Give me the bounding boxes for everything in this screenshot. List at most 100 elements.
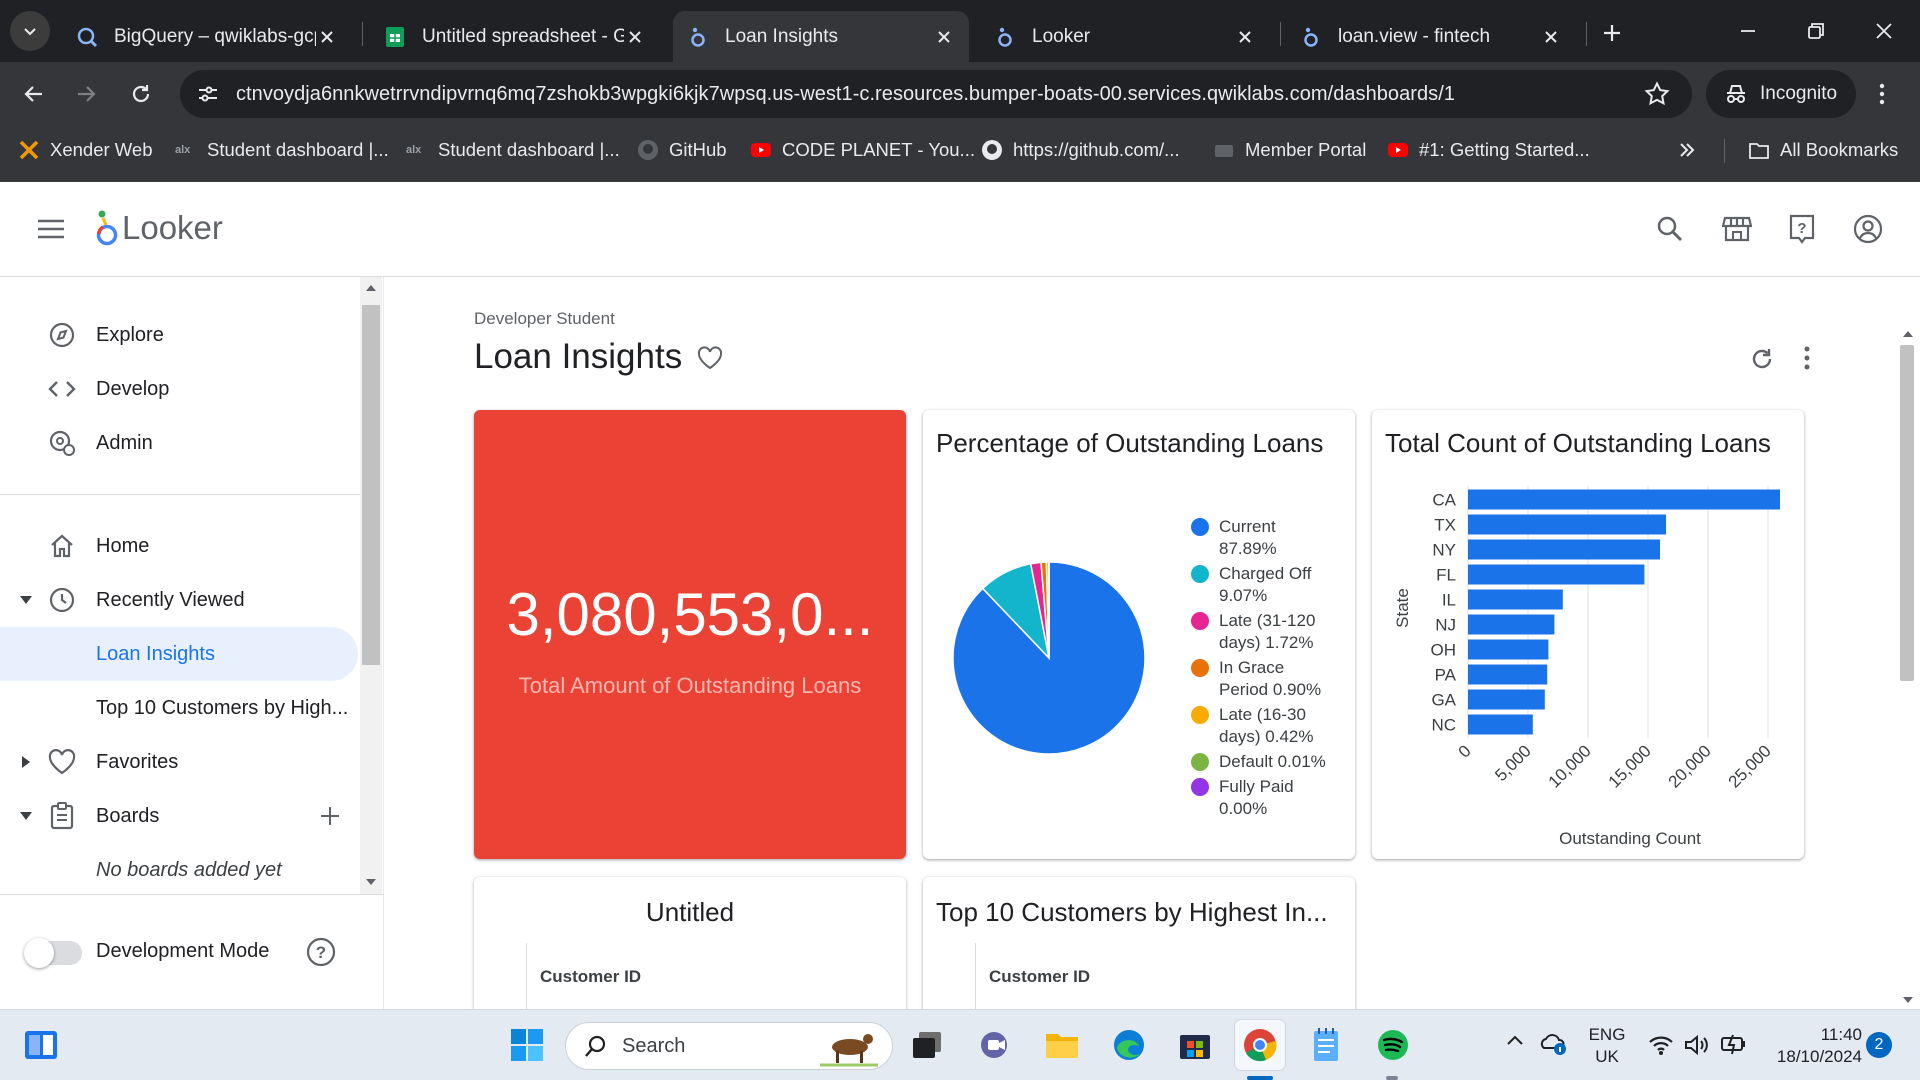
- bookmark-xender[interactable]: Xender Web: [18, 125, 153, 175]
- incognito-badge[interactable]: Incognito: [1706, 70, 1856, 118]
- kpi-tile[interactable]: 3,080,553,0... Total Amount of Outstandi…: [474, 410, 906, 859]
- legend-item[interactable]: Fully Paid 0.00%: [1191, 776, 1294, 820]
- dashboard-scrollbar[interactable]: [1896, 329, 1918, 1009]
- bookmark-star-icon[interactable]: [1644, 81, 1670, 107]
- nav-explore[interactable]: Explore: [0, 308, 358, 362]
- nav-recent-top10[interactable]: Top 10 Customers by High...: [0, 681, 358, 735]
- teams-button[interactable]: [971, 1020, 1021, 1070]
- legend-item[interactable]: Current 87.89%: [1191, 516, 1277, 560]
- spotify-button[interactable]: [1368, 1020, 1418, 1070]
- bar-chart-tile[interactable]: Total Count of Outstanding Loans CA TX NY F…: [1372, 410, 1804, 859]
- close-tab-icon[interactable]: [1234, 26, 1256, 48]
- legend-item[interactable]: Default 0.01%: [1191, 751, 1326, 773]
- legend-item[interactable]: Late (31-120 days) 1.72%: [1191, 610, 1315, 654]
- close-tab-icon[interactable]: [624, 26, 646, 48]
- scroll-down-arrow-icon[interactable]: [1902, 995, 1914, 1005]
- restore-window-button[interactable]: [1782, 0, 1850, 62]
- bookmark-github-url[interactable]: https://github.com/...: [981, 125, 1180, 175]
- all-bookmarks-button[interactable]: All Bookmarks: [1748, 125, 1898, 175]
- nav-admin[interactable]: Admin: [0, 416, 358, 470]
- address-bar[interactable]: ctnvoydja6nnkwetrrvndipvrnq6mq7zshokb3wp…: [180, 70, 1692, 118]
- looker-logo[interactable]: Looker: [94, 208, 223, 248]
- bar-nj[interactable]: [1468, 614, 1555, 635]
- browser-menu-button[interactable]: [1862, 74, 1902, 114]
- development-mode-toggle[interactable]: [24, 938, 82, 968]
- caret-down-icon[interactable]: [18, 592, 34, 608]
- close-tab-icon[interactable]: [933, 26, 955, 48]
- new-tab-button[interactable]: [1595, 16, 1629, 50]
- untitled-table-tile[interactable]: Untitled Customer ID: [474, 877, 906, 1009]
- tab-search-button[interactable]: [10, 11, 50, 51]
- customer-id-column-header[interactable]: Customer ID: [989, 967, 1090, 987]
- tab-bigquery[interactable]: BigQuery – qwiklabs-gcp: [62, 11, 352, 62]
- legend-item[interactable]: Charged Off 9.07%: [1191, 563, 1311, 607]
- bar-fl[interactable]: [1468, 564, 1645, 585]
- caret-right-icon[interactable]: [18, 754, 34, 770]
- bookmark-getting-started[interactable]: #1: Getting Started...: [1387, 125, 1590, 175]
- notification-count-badge[interactable]: 2: [1866, 1032, 1892, 1058]
- tab-looker[interactable]: Looker: [980, 11, 1270, 62]
- widgets-button[interactable]: [16, 1020, 66, 1070]
- help-button[interactable]: ?: [1785, 212, 1819, 246]
- scroll-down-arrow-icon[interactable]: [365, 877, 377, 887]
- bar-ca[interactable]: [1468, 489, 1780, 510]
- scroll-thumb[interactable]: [1900, 345, 1914, 681]
- pie-chart-tile[interactable]: Percentage of Outstanding Loans Current 8…: [923, 410, 1355, 859]
- bar-ga[interactable]: [1468, 689, 1545, 710]
- onedrive-info-icon[interactable]: [1540, 1030, 1568, 1056]
- account-button[interactable]: [1851, 212, 1885, 246]
- bar-nc[interactable]: [1468, 714, 1533, 735]
- taskbar-search-box[interactable]: Search: [565, 1022, 893, 1070]
- scroll-up-arrow-icon[interactable]: [365, 283, 377, 293]
- scroll-thumb[interactable]: [362, 305, 380, 665]
- bar-il[interactable]: [1468, 589, 1563, 610]
- close-tab-icon[interactable]: [316, 26, 338, 48]
- caret-down-icon[interactable]: [18, 808, 34, 824]
- site-settings-icon[interactable]: [196, 82, 220, 106]
- more-bookmarks-button[interactable]: [1678, 125, 1696, 175]
- nav-develop[interactable]: Develop: [0, 362, 358, 416]
- nav-home[interactable]: Home: [0, 519, 358, 573]
- bookmark-github[interactable]: GitHub: [637, 125, 727, 175]
- language-indicator[interactable]: ENG UK: [1582, 1024, 1632, 1068]
- bar-oh[interactable]: [1468, 639, 1549, 660]
- add-board-plus-icon[interactable]: [320, 806, 340, 826]
- tab-loan-insights[interactable]: Loan Insights: [673, 11, 969, 62]
- main-menu-button[interactable]: [34, 212, 68, 246]
- show-hidden-icons-chevron-icon[interactable]: [1506, 1034, 1524, 1046]
- bar-tx[interactable]: [1468, 514, 1666, 535]
- store-button[interactable]: [1170, 1020, 1220, 1070]
- bookmark-student-dashboard-2[interactable]: alx Student dashboard |...: [406, 125, 620, 175]
- tab-spreadsheet[interactable]: Untitled spreadsheet - Go: [370, 11, 660, 62]
- nav-recent-loan-insights[interactable]: Loan Insights: [0, 627, 358, 681]
- notepad-button[interactable]: [1301, 1020, 1351, 1070]
- chrome-button[interactable]: [1235, 1020, 1285, 1070]
- legend-item[interactable]: Late (16-30 days) 0.42%: [1191, 704, 1314, 748]
- volume-icon[interactable]: [1684, 1034, 1710, 1056]
- nav-favorites[interactable]: Favorites: [0, 735, 358, 789]
- customer-id-column-header[interactable]: Customer ID: [540, 967, 641, 987]
- bookmark-student-dashboard[interactable]: alx Student dashboard |...: [175, 125, 389, 175]
- bar-ny[interactable]: [1468, 539, 1660, 560]
- dashboard-folder-breadcrumb[interactable]: Developer Student: [474, 309, 615, 329]
- wifi-icon[interactable]: [1648, 1034, 1674, 1056]
- edge-button[interactable]: [1104, 1020, 1154, 1070]
- bookmark-code-planet[interactable]: CODE PLANET - You...: [750, 125, 975, 175]
- help-circle-icon[interactable]: ?: [306, 937, 336, 967]
- top10-table-tile[interactable]: Top 10 Customers by Highest In... Custom…: [923, 877, 1355, 1009]
- favorite-heart-icon[interactable]: [697, 346, 723, 370]
- close-window-button[interactable]: [1850, 0, 1918, 62]
- scroll-up-arrow-icon[interactable]: [1902, 329, 1914, 339]
- reload-dashboard-button[interactable]: [1749, 346, 1775, 372]
- close-tab-icon[interactable]: [1540, 26, 1562, 48]
- tab-loan-view[interactable]: loan.view - fintech: [1286, 11, 1576, 62]
- sidebar-scrollbar[interactable]: [360, 277, 382, 894]
- battery-charging-icon[interactable]: [1720, 1032, 1748, 1056]
- bar-pa[interactable]: [1468, 664, 1548, 685]
- start-button[interactable]: [502, 1020, 552, 1070]
- nav-recently-viewed[interactable]: Recently Viewed: [0, 573, 358, 627]
- marketplace-button[interactable]: [1720, 212, 1754, 246]
- url-text[interactable]: ctnvoydja6nnkwetrrvndipvrnq6mq7zshokb3wp…: [236, 83, 1455, 106]
- legend-item[interactable]: In Grace Period 0.90%: [1191, 657, 1321, 701]
- nav-boards[interactable]: Boards: [0, 789, 358, 843]
